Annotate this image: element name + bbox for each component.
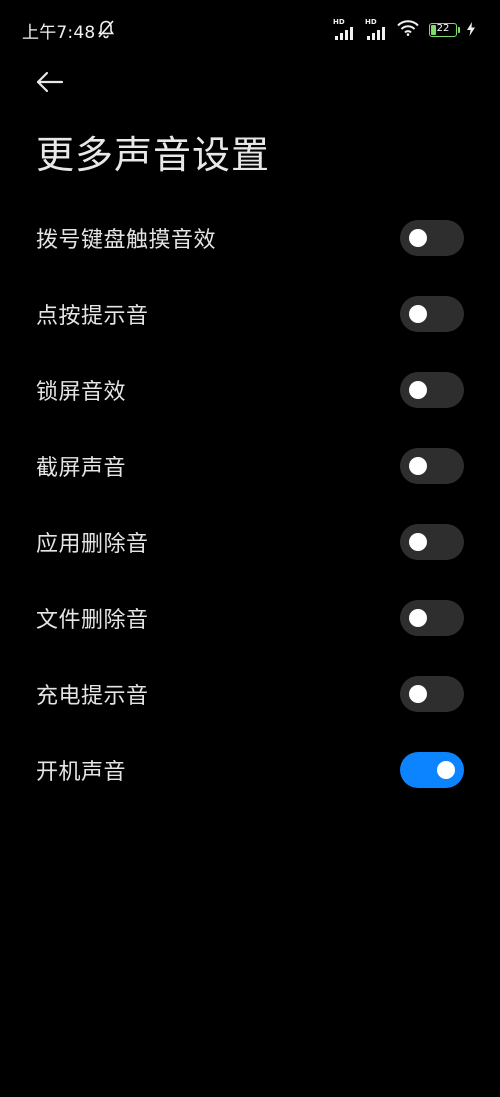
setting-label: 开机声音 <box>36 760 127 785</box>
back-button[interactable] <box>30 64 70 104</box>
toggle-switch[interactable] <box>400 296 464 332</box>
signal-hd-label: HD <box>365 18 377 26</box>
setting-row-dialpad-touch-sound[interactable]: 拨号键盘触摸音效 <box>0 200 500 276</box>
charging-icon <box>463 21 476 40</box>
setting-label: 锁屏音效 <box>36 380 127 405</box>
toggle-switch[interactable] <box>400 676 464 712</box>
status-icons: HD HD 22 <box>333 18 476 41</box>
signal-hd-label: HD <box>333 18 345 26</box>
toggle-switch[interactable] <box>400 524 464 560</box>
toggle-switch[interactable] <box>400 752 464 788</box>
toggle-switch[interactable] <box>400 448 464 484</box>
back-arrow-icon <box>35 70 65 98</box>
setting-row-charging-sound[interactable]: 充电提示音 <box>0 656 500 732</box>
toggle-knob <box>409 229 427 247</box>
toggle-knob <box>437 761 455 779</box>
wifi-icon <box>397 20 419 40</box>
setting-row-file-delete-sound[interactable]: 文件删除音 <box>0 580 500 656</box>
battery-cap <box>458 27 460 33</box>
battery-icon: 22 <box>429 23 460 37</box>
setting-label: 文件删除音 <box>36 608 149 633</box>
setting-label: 充电提示音 <box>36 684 149 709</box>
page-title: 更多声音设置 <box>36 133 271 177</box>
signal-icon: HD <box>333 18 359 40</box>
toggle-knob <box>409 457 427 475</box>
setting-row-screenshot-sound[interactable]: 截屏声音 <box>0 428 500 504</box>
status-time: 上午7:48 <box>22 23 96 43</box>
setting-label: 拨号键盘触摸音效 <box>36 228 217 253</box>
settings-list: 拨号键盘触摸音效 点按提示音 锁屏音效 截屏声音 应用删除音 文件删除音 充电提… <box>0 200 500 808</box>
toggle-knob <box>409 305 427 323</box>
setting-row-tap-sound[interactable]: 点按提示音 <box>0 276 500 352</box>
setting-row-app-delete-sound[interactable]: 应用删除音 <box>0 504 500 580</box>
toggle-switch[interactable] <box>400 372 464 408</box>
setting-label: 点按提示音 <box>36 304 149 329</box>
toggle-knob <box>409 533 427 551</box>
toggle-switch[interactable] <box>400 220 464 256</box>
setting-label: 截屏声音 <box>36 456 127 481</box>
toggle-knob <box>409 381 427 399</box>
toggle-knob <box>409 685 427 703</box>
mute-bell-icon <box>97 19 115 39</box>
setting-row-boot-sound[interactable]: 开机声音 <box>0 732 500 808</box>
toggle-knob <box>409 609 427 627</box>
setting-label: 应用删除音 <box>36 532 149 557</box>
status-bar: 上午7:48 HD HD 22 <box>0 0 500 60</box>
battery-level: 22 <box>436 23 450 34</box>
setting-row-lock-screen-sound[interactable]: 锁屏音效 <box>0 352 500 428</box>
signal-icon: HD <box>365 18 391 40</box>
toggle-switch[interactable] <box>400 600 464 636</box>
